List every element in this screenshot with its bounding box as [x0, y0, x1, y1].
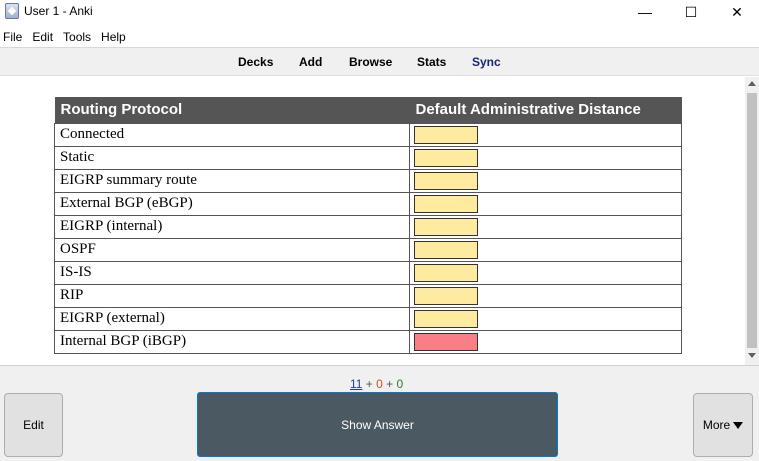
table-row: OSPF [54, 237, 682, 262]
edit-button-label: Edit [23, 418, 44, 432]
protocol-cell: Internal BGP (iBGP) [54, 329, 410, 354]
answer-box [414, 263, 478, 282]
toolbar-browse-link[interactable]: Browse [349, 55, 392, 69]
due-counts: 11 + 0 + 0 [350, 377, 403, 391]
column-header-distance: Default Administrative Distance [409, 97, 682, 123]
answer-box [414, 286, 478, 305]
scroll-up-arrow-icon[interactable] [748, 81, 756, 86]
table-row: IS-IS [54, 260, 682, 285]
review-count: 0 [396, 377, 404, 391]
answer-box [414, 125, 478, 144]
protocol-cell: External BGP (eBGP) [54, 191, 410, 216]
dropdown-arrow-icon [733, 421, 744, 429]
show-answer-button[interactable]: Show Answer [197, 392, 558, 457]
protocol-cell: OSPF [54, 237, 410, 262]
answer-box [414, 148, 478, 167]
admin-distance-table: Routing Protocol Default Administrative … [54, 97, 682, 354]
answer-box [414, 171, 478, 190]
maximize-icon: ☐ [684, 3, 698, 20]
table-row: RIP [54, 283, 682, 308]
main-toolbar: Decks Add Browse Stats Sync [0, 47, 759, 76]
table-row: Static [54, 145, 682, 170]
minimize-button[interactable]: — [622, 0, 668, 24]
close-button[interactable]: ✕ [714, 0, 759, 24]
scroll-thumb[interactable] [747, 93, 757, 348]
toolbar-stats-link[interactable]: Stats [417, 55, 446, 69]
distance-cell [409, 260, 682, 285]
answer-box [414, 217, 478, 236]
menu-file[interactable]: File [0, 27, 28, 47]
distance-cell [409, 145, 682, 170]
distance-cell [409, 122, 682, 147]
anki-logo-icon [5, 3, 19, 19]
scroll-down-arrow-icon[interactable] [748, 353, 756, 358]
table-row: Internal BGP (iBGP) [54, 329, 682, 354]
protocol-cell: EIGRP summary route [54, 168, 410, 193]
learning-count: 0 [376, 377, 383, 391]
distance-cell [409, 191, 682, 216]
count-separator: + [362, 377, 377, 391]
window-title: User 1 - Anki [24, 4, 93, 18]
protocol-cell: RIP [54, 283, 410, 308]
menu-edit[interactable]: Edit [29, 27, 59, 47]
menu-bar: File Edit Tools Help [0, 27, 133, 47]
answer-box [414, 194, 478, 213]
distance-cell [409, 237, 682, 262]
distance-cell [409, 168, 682, 193]
table-row: EIGRP (external) [54, 306, 682, 331]
minimize-icon: — [638, 4, 652, 20]
edit-button[interactable]: Edit [4, 393, 63, 457]
menu-help[interactable]: Help [98, 27, 132, 47]
more-button-label: More [702, 418, 731, 432]
protocol-cell: Connected [54, 122, 410, 147]
card-content: Routing Protocol Default Administrative … [0, 77, 745, 365]
protocol-cell: EIGRP (external) [54, 306, 410, 331]
distance-cell [409, 214, 682, 239]
vertical-scrollbar[interactable] [745, 77, 759, 365]
answer-box [414, 309, 478, 328]
toolbar-decks-link[interactable]: Decks [238, 55, 273, 69]
more-button[interactable]: More [693, 393, 753, 457]
distance-cell [409, 329, 682, 354]
protocol-cell: EIGRP (internal) [54, 214, 410, 239]
close-icon: ✕ [731, 3, 743, 20]
answer-box [414, 240, 478, 259]
table-row: Connected [54, 122, 682, 147]
protocol-cell: Static [54, 145, 410, 170]
toolbar-sync-link[interactable]: Sync [472, 55, 501, 69]
table-header-row: Routing Protocol Default Administrative … [54, 97, 682, 123]
count-separator: + [382, 377, 397, 391]
new-count: 11 [350, 377, 363, 391]
bottom-bar: 11 + 0 + 0 Edit Show Answer More [0, 365, 759, 461]
toolbar-add-link[interactable]: Add [299, 55, 322, 69]
maximize-button[interactable]: ☐ [668, 0, 714, 24]
protocol-cell: IS-IS [54, 260, 410, 285]
table-row: EIGRP summary route [54, 168, 682, 193]
distance-cell [409, 306, 682, 331]
column-header-protocol: Routing Protocol [54, 97, 410, 123]
show-answer-label: Show Answer [341, 417, 414, 432]
title-bar: User 1 - Anki — ☐ ✕ [0, 0, 759, 24]
table-row: External BGP (eBGP) [54, 191, 682, 216]
distance-cell [409, 283, 682, 308]
highlighted-answer-box [414, 332, 478, 351]
table-row: EIGRP (internal) [54, 214, 682, 239]
menu-tools[interactable]: Tools [60, 27, 97, 47]
